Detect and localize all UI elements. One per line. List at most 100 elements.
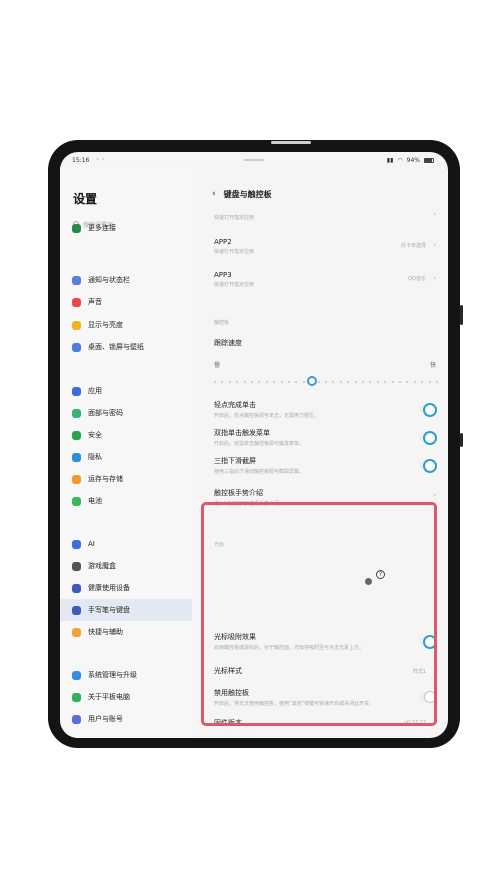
notification-icons: ◦ ◦	[96, 156, 105, 163]
slider-tick	[339, 381, 342, 383]
notification-icon	[72, 275, 81, 285]
sidebar-item[interactable]: 快捷与辅助	[60, 621, 192, 643]
slider-tick	[265, 381, 268, 383]
user-icon	[72, 714, 81, 724]
gesture-intro-row[interactable]: 触控板手势介绍 进入“使用技巧”查看手势介绍 ›	[214, 488, 436, 507]
chevron-right-icon: ›	[433, 718, 436, 726]
sidebar-item[interactable]: 桌面、锁屏与壁纸	[60, 336, 192, 358]
tablet-top-sensor	[271, 141, 311, 144]
slider-tick	[354, 381, 357, 383]
option-toggle[interactable]	[419, 459, 437, 473]
slider-tick	[258, 381, 261, 383]
sidebar-item[interactable]: 运存与存储	[60, 468, 192, 490]
privacy-icon	[72, 452, 81, 462]
sidebar-item[interactable]: 面部与密码	[60, 402, 192, 424]
sidebar-item[interactable]: 隐私	[60, 446, 192, 468]
firmware-label: 固件版本	[214, 719, 242, 727]
app2-value: 抖卡未选择	[400, 243, 426, 249]
cursor-style-row[interactable]: 光标样式 样式1 ›	[214, 666, 436, 676]
speed-range-labels: 慢 快	[214, 360, 436, 369]
app3-desc: 快速打开指定应用	[214, 282, 255, 288]
slider-tick	[302, 381, 305, 383]
face-icon	[72, 408, 81, 418]
sidebar-item[interactable]: 游戏魔盒	[60, 555, 192, 577]
game-icon	[72, 561, 81, 571]
side-button	[460, 305, 463, 325]
sidebar-item-label: 电池	[88, 497, 102, 505]
slider-tick	[369, 381, 372, 383]
status-bar: 15:16 ◦ ◦ ▮▮ ◠ 94%	[60, 152, 448, 166]
sidebar-item[interactable]: 用户与账号	[60, 708, 192, 730]
slider-tick	[376, 381, 379, 383]
slider-tick	[332, 381, 335, 383]
cursor-magnet-desc: 启用触控板或鼠标后，对于触控面，光标将吸附至可点击元素上方。	[214, 645, 365, 651]
sidebar-item-label: 游戏魔盒	[88, 562, 116, 570]
apps-icon	[72, 386, 81, 396]
cursor-style-label: 光标样式	[214, 667, 242, 675]
sidebar-item[interactable]: AI	[60, 533, 192, 555]
page-title: 键盘与触控板	[223, 189, 272, 199]
slider-tick	[325, 381, 327, 383]
info-icon	[72, 692, 81, 702]
multitask-handle[interactable]	[244, 159, 264, 161]
link-icon	[72, 223, 81, 233]
sidebar-item[interactable]: 应用	[60, 380, 192, 402]
touchpad-option-row: 三指下滑截屏使用三指向下滑动触控板即可截取屏幕。	[214, 456, 437, 475]
slider-tick	[317, 381, 320, 383]
sidebar-item[interactable]: 通知与状态栏	[60, 269, 192, 291]
slider-tick	[406, 381, 409, 383]
option-label: 三指下滑截屏	[214, 457, 256, 465]
sidebar-item[interactable]: 健康使用设备	[60, 577, 192, 599]
sidebar-item[interactable]: 显示与亮度	[60, 314, 192, 336]
option-desc: 开启后，轻点触控板即可单击，无需用力按压。	[214, 413, 320, 419]
cursor-magnet-toggle[interactable]	[419, 635, 437, 649]
slider-tick	[428, 381, 431, 383]
slider-tick	[236, 381, 239, 383]
sidebar-item-label: 显示与亮度	[88, 321, 123, 329]
sidebar-item[interactable]: 更多连接	[60, 221, 192, 235]
slider-tick	[273, 381, 276, 383]
sidebar-item[interactable]: 声音	[60, 291, 192, 313]
tablet-frame: 15:16 ◦ ◦ ▮▮ ◠ 94% 设置 搜索设置项 更多连接 通知与状态栏 声音…	[48, 140, 460, 748]
hourglass-icon	[72, 583, 81, 593]
side-button	[460, 433, 463, 447]
sidebar-item-label: 运存与存储	[88, 475, 123, 483]
slider-tick	[384, 381, 387, 383]
sidebar-item[interactable]: 安全	[60, 424, 192, 446]
app3-row[interactable]: APP3 快速打开指定应用 QQ音乐 ›	[214, 271, 436, 288]
sidebar-item-label: 快捷与辅助	[88, 628, 123, 636]
sidebar-item[interactable]: 关于平板电脑	[60, 686, 192, 708]
battery-icon	[424, 158, 434, 163]
fast-label: 快	[429, 362, 436, 369]
sidebar-item-label: 关于平板电脑	[88, 693, 130, 701]
status-time: 15:16	[72, 157, 90, 164]
slider-knob[interactable]	[306, 376, 317, 386]
system-icon	[72, 670, 81, 680]
disable-touchpad-toggle[interactable]	[419, 691, 436, 703]
wifi-icon: ◠	[397, 157, 403, 164]
disable-touchpad-row: 禁用触控板 开启后，将无法使用触控板，使用“其他”按键可快速开启或关闭此开关。	[214, 688, 436, 707]
gesture-intro-desc: 进入“使用技巧”查看手势介绍	[214, 501, 280, 507]
sidebar-item-label: 通知与状态栏	[88, 276, 130, 284]
slider-tick	[214, 381, 216, 383]
app2-desc: 快速打开指定应用	[214, 249, 255, 255]
sidebar-item[interactable]: 系统管理与升级	[60, 664, 192, 686]
chevron-right-icon: ›	[433, 491, 436, 499]
back-arrow-icon[interactable]: ‹	[212, 189, 216, 199]
app2-row[interactable]: APP2 快速打开指定应用 抖卡未选择 ›	[214, 238, 436, 255]
option-label: 轻点完成单击	[214, 401, 256, 409]
option-desc: 使用三指向下滑动触控板即可截取屏幕。	[214, 469, 305, 475]
touchpad-option-row: 双指单击触发菜单 开启后，双指单击触控板即可触发菜单。	[214, 428, 437, 447]
option-toggle[interactable]	[419, 431, 437, 445]
tablet-screen: 15:16 ◦ ◦ ▮▮ ◠ 94% 设置 搜索设置项 更多连接 通知与状态栏 声音…	[60, 152, 448, 738]
security-icon	[72, 430, 81, 440]
gesture-intro-label: 触控板手势介绍	[214, 489, 263, 497]
tracking-speed-slider[interactable]	[214, 376, 438, 388]
firmware-row[interactable]: 固件版本 v0.37.27 ›	[214, 718, 436, 728]
storage-icon	[72, 474, 81, 484]
shortcut-icon	[72, 627, 81, 637]
sidebar-item-label: AI	[88, 540, 95, 548]
sidebar-item[interactable]: 电池	[60, 490, 192, 512]
sidebar-item[interactable]: 手写笔与键盘	[60, 599, 192, 621]
option-toggle[interactable]	[419, 403, 437, 417]
